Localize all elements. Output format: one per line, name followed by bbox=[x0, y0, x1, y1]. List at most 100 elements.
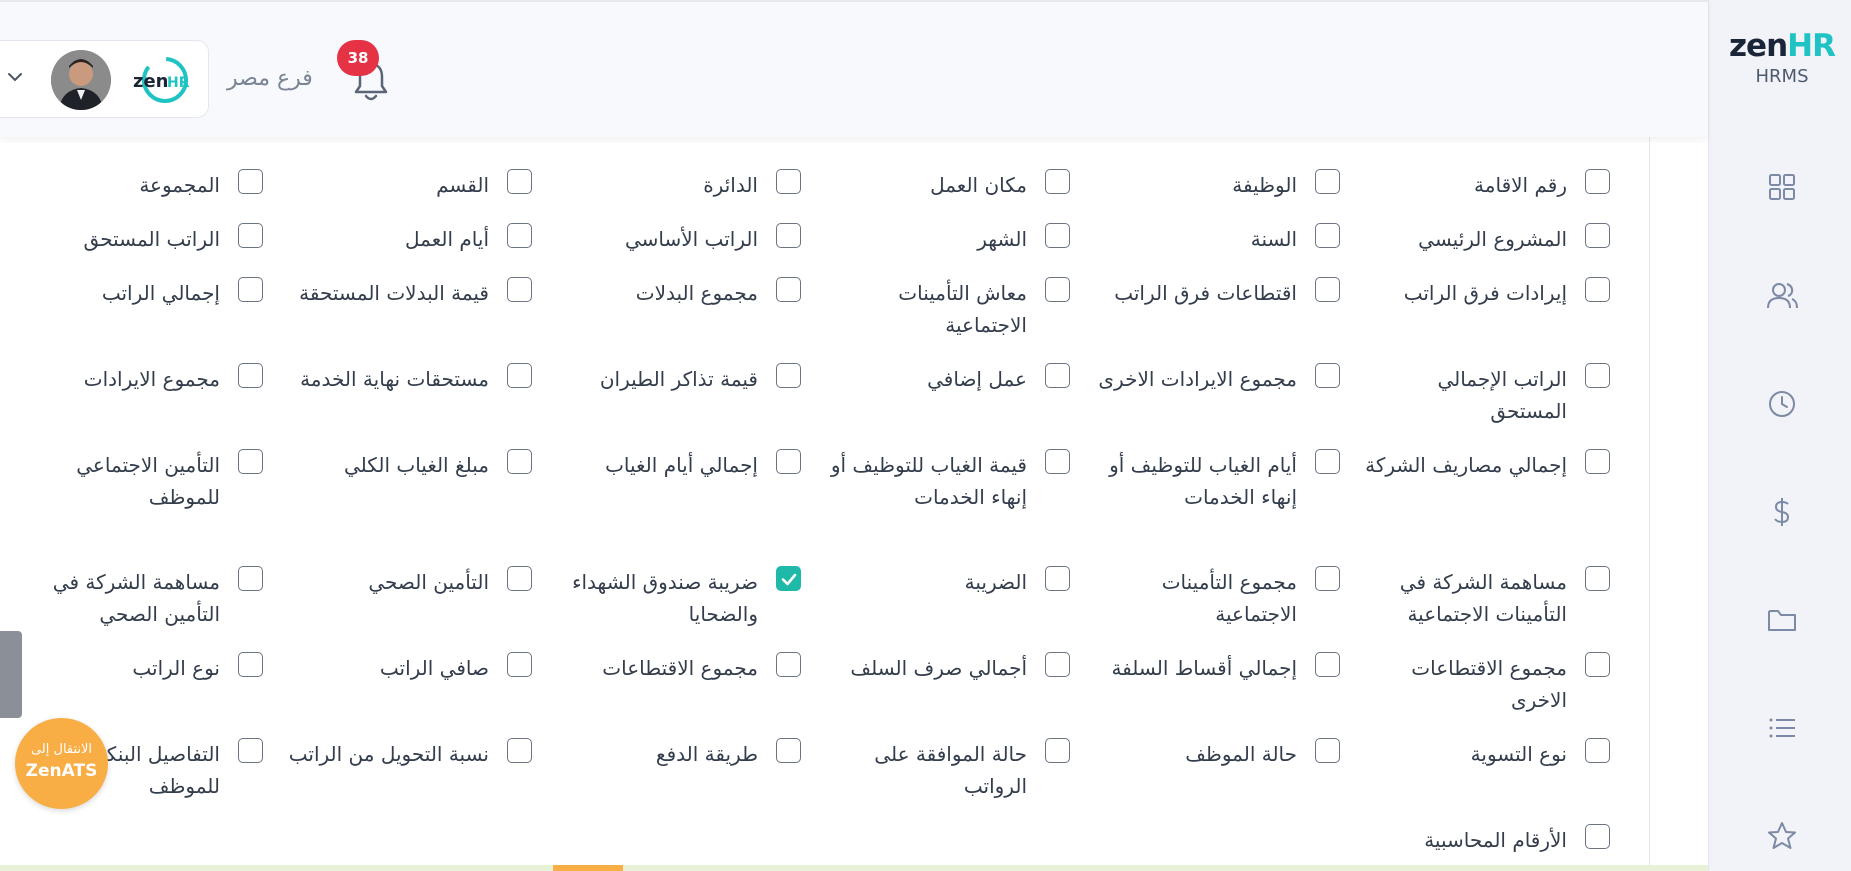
column-checkbox[interactable] bbox=[1045, 277, 1070, 302]
column-option[interactable]: مجموع الايرادات الاخرى bbox=[1098, 351, 1340, 431]
folder-icon[interactable] bbox=[1765, 603, 1799, 637]
column-option[interactable]: التأمين الصحي bbox=[292, 554, 532, 634]
column-option[interactable]: الأرقام المحاسبية bbox=[1370, 812, 1610, 871]
column-checkbox[interactable] bbox=[1045, 566, 1070, 591]
column-option[interactable]: طريقة الدفع bbox=[561, 726, 801, 806]
column-checkbox[interactable] bbox=[238, 738, 263, 763]
column-option[interactable]: قيمة تذاكر الطيران bbox=[561, 351, 801, 431]
brand-logo[interactable]: zenHR bbox=[1727, 28, 1837, 64]
column-option[interactable]: قيمة الغياب للتوظيف أو إنهاء الخدمات bbox=[830, 437, 1070, 517]
column-checkbox[interactable] bbox=[507, 738, 532, 763]
column-checkbox[interactable] bbox=[507, 363, 532, 388]
column-checkbox[interactable] bbox=[1585, 223, 1610, 248]
column-option[interactable]: نسبة التحويل من الراتب bbox=[289, 726, 532, 806]
column-checkbox[interactable] bbox=[238, 652, 263, 677]
column-option[interactable]: مجموع التأمينات الاجتماعية bbox=[1100, 554, 1340, 634]
column-option[interactable]: مجموع البدلات bbox=[561, 265, 801, 345]
column-checkbox[interactable] bbox=[1315, 738, 1340, 763]
column-checkbox[interactable] bbox=[1315, 566, 1340, 591]
clock-icon[interactable] bbox=[1765, 387, 1799, 421]
column-option[interactable]: مجموع الاقتطاعات bbox=[561, 640, 801, 720]
chevron-down-icon[interactable] bbox=[7, 69, 23, 85]
column-checkbox[interactable] bbox=[507, 223, 532, 248]
zenats-switch-button[interactable]: الانتقال إلى ZenATS bbox=[15, 718, 108, 809]
star-icon[interactable] bbox=[1765, 819, 1799, 853]
column-option[interactable]: إجمالي أقساط السلفة bbox=[1100, 640, 1340, 720]
column-option[interactable]: نوع التسوية bbox=[1370, 726, 1610, 806]
column-checkbox[interactable] bbox=[238, 169, 263, 194]
column-checkbox[interactable] bbox=[238, 363, 263, 388]
user-menu[interactable]: zen HR bbox=[0, 40, 209, 118]
column-checkbox[interactable] bbox=[1315, 223, 1340, 248]
column-checkbox[interactable] bbox=[776, 566, 801, 591]
column-checkbox[interactable] bbox=[1045, 652, 1070, 677]
column-checkbox[interactable] bbox=[507, 566, 532, 591]
column-checkbox[interactable] bbox=[238, 277, 263, 302]
column-checkbox[interactable] bbox=[1585, 449, 1610, 474]
column-checkbox[interactable] bbox=[507, 169, 532, 194]
column-checkbox[interactable] bbox=[1045, 169, 1070, 194]
column-checkbox[interactable] bbox=[238, 223, 263, 248]
column-checkbox[interactable] bbox=[1585, 738, 1610, 763]
column-option[interactable]: مستحقات نهاية الخدمة bbox=[292, 351, 532, 431]
column-checkbox[interactable] bbox=[507, 277, 532, 302]
column-option[interactable]: أجمالي صرف السلف bbox=[830, 640, 1070, 720]
column-option[interactable]: معاش التأمينات الاجتماعية bbox=[830, 265, 1070, 345]
column-checkbox[interactable] bbox=[776, 652, 801, 677]
column-checkbox[interactable] bbox=[776, 223, 801, 248]
column-checkbox[interactable] bbox=[1585, 169, 1610, 194]
column-checkbox[interactable] bbox=[1315, 169, 1340, 194]
column-label: الراتب الإجمالي المستحق bbox=[1437, 367, 1567, 423]
column-checkbox[interactable] bbox=[1585, 652, 1610, 677]
column-option[interactable]: قيمة البدلات المستحقة bbox=[292, 265, 532, 345]
column-option[interactable]: اقتطاعات فرق الراتب bbox=[1100, 265, 1340, 345]
column-checkbox[interactable] bbox=[1045, 449, 1070, 474]
column-checkbox[interactable] bbox=[776, 169, 801, 194]
branch-selector[interactable]: فرع مصر bbox=[227, 66, 313, 91]
column-option[interactable]: إجمالي أيام الغياب bbox=[561, 437, 801, 517]
column-option[interactable]: إجمالي مصاريف الشركة bbox=[1365, 437, 1610, 517]
column-option[interactable]: صافي الراتب bbox=[292, 640, 532, 720]
column-checkbox[interactable] bbox=[1315, 277, 1340, 302]
column-checkbox[interactable] bbox=[1315, 652, 1340, 677]
column-checkbox[interactable] bbox=[1045, 363, 1070, 388]
column-option[interactable]: إجمالي الراتب bbox=[23, 265, 263, 345]
column-checkbox[interactable] bbox=[1045, 223, 1070, 248]
column-option[interactable]: عمل إضافي bbox=[830, 351, 1070, 431]
side-scroll-handle[interactable] bbox=[0, 631, 22, 718]
column-checkbox[interactable] bbox=[1585, 277, 1610, 302]
column-option[interactable]: التأمين الاجتماعي للموظف bbox=[23, 437, 263, 517]
column-checkbox[interactable] bbox=[1315, 449, 1340, 474]
column-option[interactable]: إيرادات فرق الراتب bbox=[1370, 265, 1610, 345]
column-checkbox[interactable] bbox=[1585, 566, 1610, 591]
column-checkbox[interactable] bbox=[776, 363, 801, 388]
column-option[interactable]: نوع الراتب bbox=[23, 640, 263, 720]
users-icon[interactable] bbox=[1765, 279, 1799, 313]
column-option[interactable]: حالة الموظف bbox=[1100, 726, 1340, 806]
column-checkbox[interactable] bbox=[776, 449, 801, 474]
column-option[interactable]: مجموع الايرادات bbox=[23, 351, 263, 431]
column-checkbox[interactable] bbox=[1045, 738, 1070, 763]
column-checkbox[interactable] bbox=[1315, 363, 1340, 388]
avatar[interactable] bbox=[51, 50, 111, 110]
column-option[interactable]: مبلغ الغياب الكلي bbox=[292, 437, 532, 517]
column-option[interactable]: ضريبة صندوق الشهداء والضحايا bbox=[561, 554, 801, 634]
column-option[interactable]: مساهمة الشركة في التأمينات الاجتماعية bbox=[1370, 554, 1610, 634]
column-checkbox[interactable] bbox=[1585, 363, 1610, 388]
dollar-icon[interactable] bbox=[1765, 495, 1799, 529]
list-icon[interactable] bbox=[1765, 711, 1799, 745]
column-checkbox[interactable] bbox=[238, 449, 263, 474]
column-checkbox[interactable] bbox=[507, 652, 532, 677]
column-option[interactable]: مساهمة الشركة في التأمين الصحي bbox=[23, 554, 263, 634]
column-option[interactable]: الراتب الإجمالي المستحق bbox=[1370, 351, 1610, 431]
column-checkbox[interactable] bbox=[776, 738, 801, 763]
column-option[interactable]: الضريبة bbox=[830, 554, 1070, 634]
column-checkbox[interactable] bbox=[238, 566, 263, 591]
dashboard-icon[interactable] bbox=[1765, 170, 1799, 204]
column-checkbox[interactable] bbox=[1585, 824, 1610, 849]
column-option[interactable]: أيام الغياب للتوظيف أو إنهاء الخدمات bbox=[1100, 437, 1340, 517]
column-option[interactable]: حالة الموافقة على الرواتب bbox=[830, 726, 1070, 806]
column-checkbox[interactable] bbox=[507, 449, 532, 474]
column-checkbox[interactable] bbox=[776, 277, 801, 302]
column-option[interactable]: مجموع الاقتطاعات الاخرى bbox=[1370, 640, 1610, 720]
